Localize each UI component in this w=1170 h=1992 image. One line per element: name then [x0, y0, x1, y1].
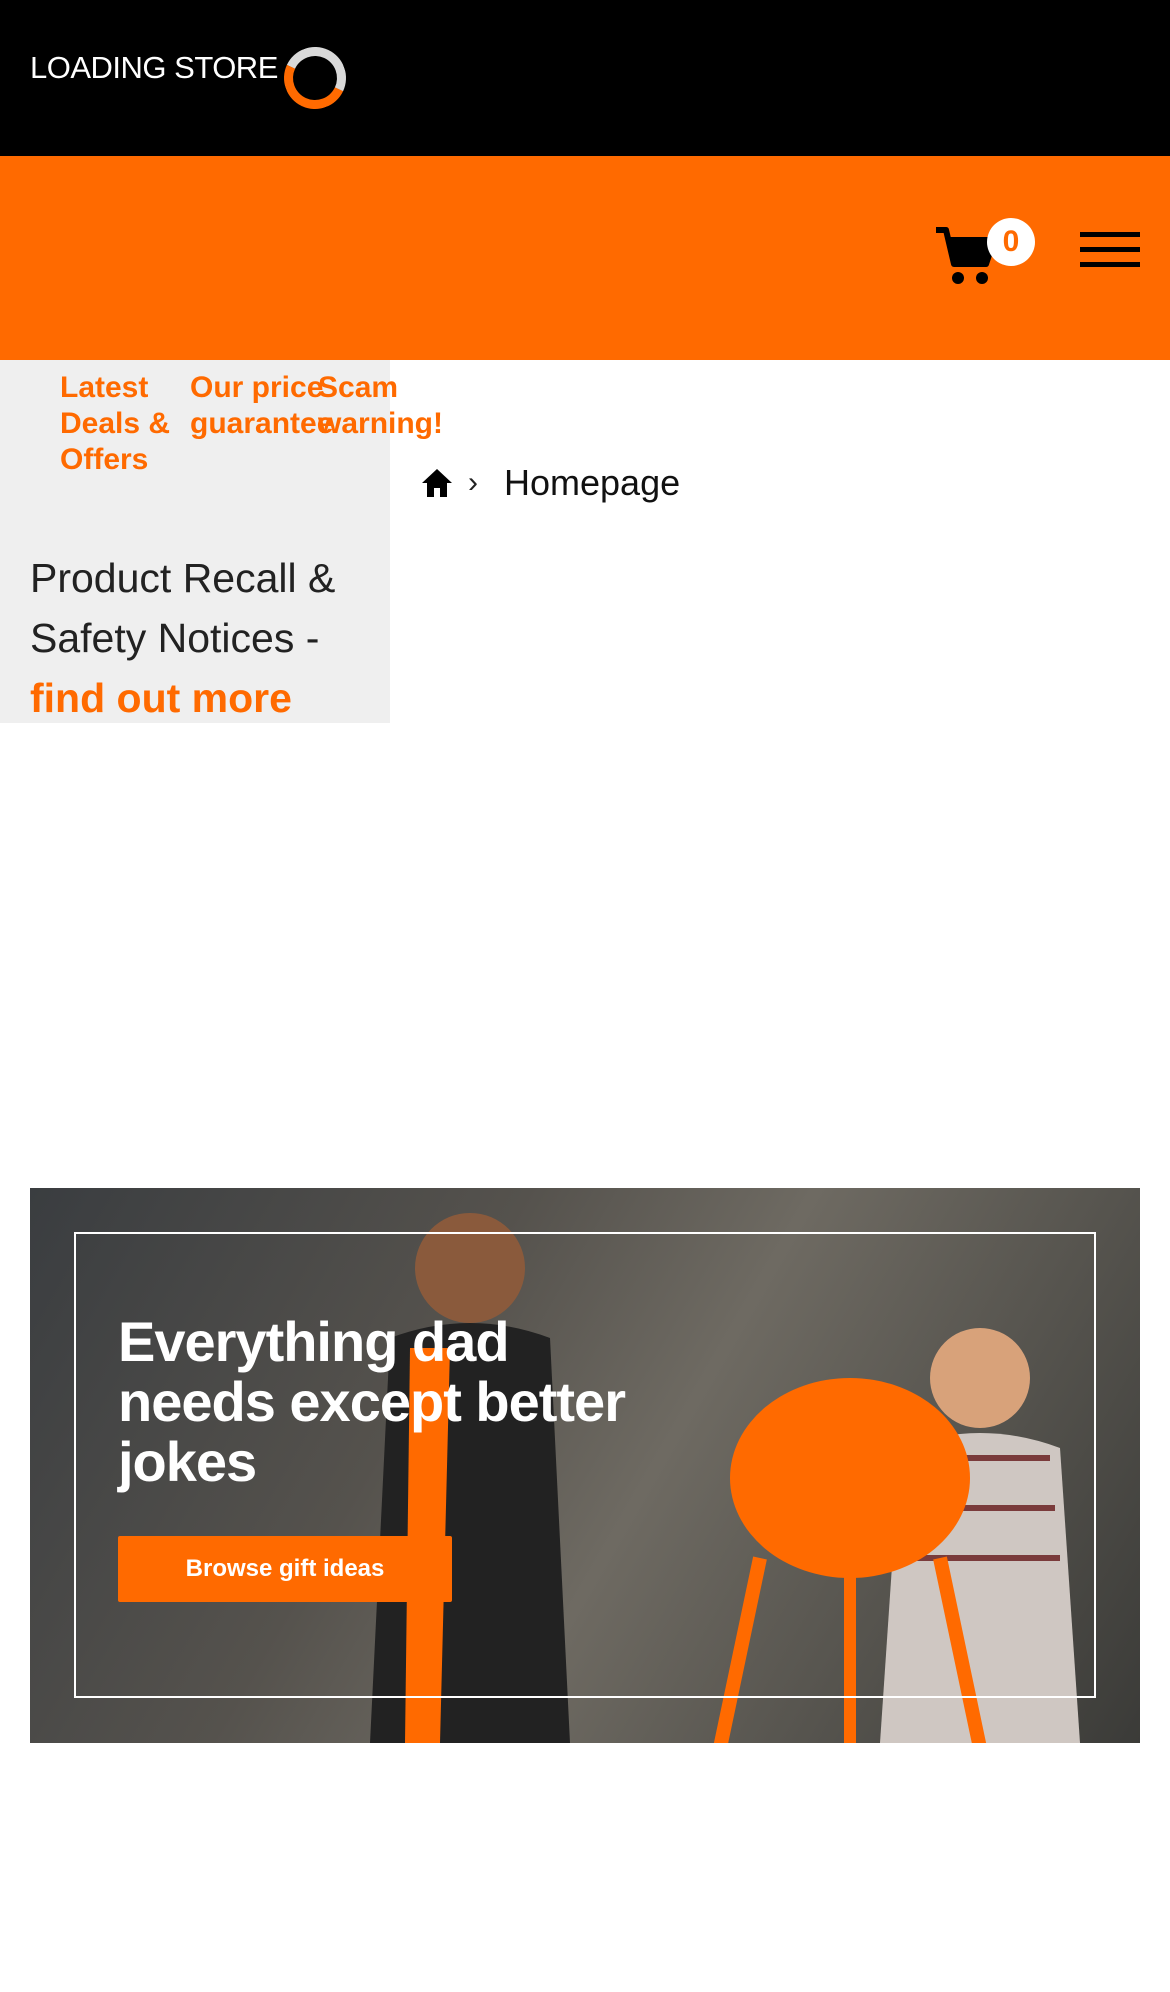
browse-gift-ideas-button[interactable]: Browse gift ideas	[118, 1536, 452, 1602]
loading-spinner-icon	[275, 38, 355, 118]
product-recall-notice: Product Recall & Safety Notices - find o…	[30, 548, 380, 728]
banner-title: Everything dad needs except better jokes	[118, 1310, 626, 1493]
breadcrumb-current: Homepage	[504, 462, 681, 503]
breadcrumb: › Homepage	[420, 458, 680, 508]
latest-deals-link[interactable]: Latest Deals & Offers	[60, 370, 180, 478]
recall-text: Product Recall & Safety Notices -	[30, 555, 336, 661]
loading-store-label[interactable]: LOADING STORE	[30, 50, 278, 86]
price-guarantee-link[interactable]: Our price guarantee	[190, 370, 333, 442]
find-out-more-link[interactable]: find out more	[30, 675, 292, 721]
hamburger-menu-icon[interactable]	[1080, 230, 1140, 270]
hero-banner[interactable]: Everything dad needs except better jokes…	[30, 1188, 1140, 1743]
scam-warning-link[interactable]: Scam warning!	[318, 370, 468, 442]
store-bar: LOADING STORE	[0, 0, 1170, 156]
cart-count-badge[interactable]: 0	[987, 218, 1035, 266]
breadcrumb-separator: ›	[468, 466, 478, 499]
home-icon[interactable]	[420, 466, 454, 500]
